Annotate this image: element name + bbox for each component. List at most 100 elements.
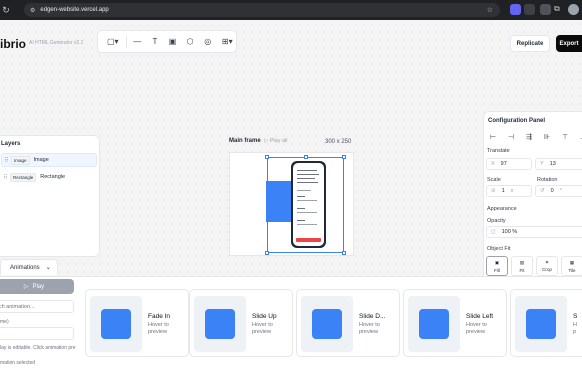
resize-handle[interactable] [304,155,308,159]
animation-search-input[interactable]: rch animation... [0,300,74,313]
animation-hint: Hover to preview [359,322,380,335]
animation-hint: Hover to preview [252,322,273,335]
tile-icon: ▦ [569,259,575,265]
translate-x-field[interactable]: X 97 [486,158,532,170]
animation-card-slide-down[interactable]: Slide D... Hover to preview [296,289,400,357]
editable-hint: lay is editable. Click animation pre [0,345,76,351]
fit-fit-option[interactable]: ▨ Fit [511,256,533,276]
export-button[interactable]: Export [556,35,582,52]
animations-tab[interactable]: Animations ⌄ [0,259,58,275]
fit-tile-option[interactable]: ▦ Tile [561,256,582,276]
replicate-button[interactable]: Replicate [510,35,550,52]
play-icon: ▷ [23,284,29,290]
grid-icon[interactable]: ⊞▾ [219,35,237,49]
align-left-icon[interactable]: ⊢ [488,132,498,142]
fit-option-label: Crop [542,267,552,272]
animation-preview [408,296,460,352]
animation-name: S [573,313,578,320]
scale-field[interactable]: ⊘ 1 x [486,185,532,197]
frame-size-label: 300 x 250 [325,139,352,145]
extension-icon[interactable] [524,4,535,15]
scale-icon: ⊘ [491,188,496,194]
preview-square [101,309,131,339]
fit-option-label: Fill [494,267,500,273]
drag-handle-icon[interactable]: ⠿ [1,174,10,181]
fit-option-label: Tile [568,267,576,273]
preview-square [312,309,342,339]
fill-icon: ▣ [494,259,500,265]
extension-icon[interactable] [510,4,521,15]
reload-icon[interactable]: ↻ [0,5,12,16]
animation-card-fade-in[interactable]: Fade In Hover to preview [85,289,189,357]
rotation-unit: ° [559,188,562,194]
resize-handle[interactable] [342,251,346,255]
layer-name: Rectangle [40,174,66,180]
bookmark-star-icon[interactable]: ☆ [487,6,493,14]
address-bar[interactable]: ⚙ edgen-website.vercel.app ☆ [24,3,500,17]
fit-fill-option[interactable]: ▣ Fill [486,256,508,276]
play-all-button[interactable]: ▷ Play all [264,138,288,144]
object-fit-options: ▣ Fill ▨ Fit ⌗ Crop ▦ Tile [486,256,582,276]
fit-option-label: Fit [519,267,525,273]
distribute-horizontal-icon[interactable]: ⊪ [542,132,552,142]
fit-icon: ▨ [519,259,525,265]
image-icon[interactable]: ▣ [166,35,180,49]
selected-hint: mation selected [0,360,36,366]
align-right-icon[interactable]: ⇶ [524,132,534,142]
frame-icon[interactable]: ▢▾ [104,35,122,49]
line-icon[interactable]: — [130,35,144,49]
text-icon[interactable]: T [148,35,162,49]
x-axis-label: X [491,161,495,167]
scale-unit: x [510,188,514,194]
frame-label: Main frame [229,138,261,144]
animation-card-partial[interactable]: S H p [510,289,582,357]
y-axis-label: Y [540,161,544,167]
translate-y-field[interactable]: Y 13 [535,158,582,170]
layer-item-image[interactable]: ⠿ Image Image [1,153,97,167]
rotation-field[interactable]: ↺ 0 ° [535,185,582,197]
animation-preview [301,296,353,352]
puzzle-icon[interactable]: ⧉ [554,4,565,15]
fit-crop-option[interactable]: ⌗ Crop [536,256,558,276]
site-info-icon[interactable]: ⚙ [30,7,35,14]
field-label: me) [0,319,9,325]
animation-card-slide-left[interactable]: Slide Left Hover to preview [403,289,507,357]
opacity-value: 100 % [501,229,518,235]
browser-chrome: ↻ ⚙ edgen-website.vercel.app ☆ ⧉ [0,0,582,20]
play-button[interactable]: ▷ Play [0,279,74,294]
layers-title: Layers [1,141,21,147]
scale-label: Scale [487,177,501,183]
animation-name: Slide D... [359,313,386,320]
app-subtitle: AI HTML Generator v2.1 [29,40,84,46]
align-toolbar: ⊢ ⊣ ⇶ ⊪ ⊤ ⊥ [488,132,582,142]
play-all-label: Play all [269,138,288,144]
component-icon[interactable]: ◎ [201,35,215,49]
selection-box [267,157,344,253]
align-bottom-icon[interactable]: ⊥ [578,132,582,142]
profile-avatar[interactable] [568,4,579,15]
animations-tab-label: Animations [10,264,40,271]
config-title: Configuration Panel [488,118,545,124]
resize-handle[interactable] [342,155,346,159]
layer-item-rectangle[interactable]: ⠿ Rectangle Rectangle [1,170,97,184]
align-top-icon[interactable]: ⊤ [560,132,570,142]
opacity-field[interactable]: ◻ 100 % [486,226,582,238]
drag-handle-icon[interactable]: ⠿ [2,157,11,164]
app-brand: ibrio [0,37,26,51]
rotation-label: Rotation [537,177,558,183]
shape-icon[interactable]: ⬡ [183,35,197,49]
appearance-label: Appearance [487,206,517,212]
resize-handle[interactable] [265,251,269,255]
resize-handle[interactable] [265,155,269,159]
rotation-value: 0 [550,188,554,194]
align-center-icon[interactable]: ⊣ [506,132,516,142]
animation-card-slide-up[interactable]: Slide Up Hover to preview [189,289,293,357]
animation-field[interactable] [0,327,74,340]
crop-icon: ⌗ [545,260,549,265]
x-value: 97 [500,161,507,167]
animation-name: Slide Left [466,313,494,320]
animation-hint: Hover to preview [466,322,487,335]
preview-square [205,309,235,339]
extension-icon[interactable] [540,4,551,15]
animation-preview [194,296,246,352]
